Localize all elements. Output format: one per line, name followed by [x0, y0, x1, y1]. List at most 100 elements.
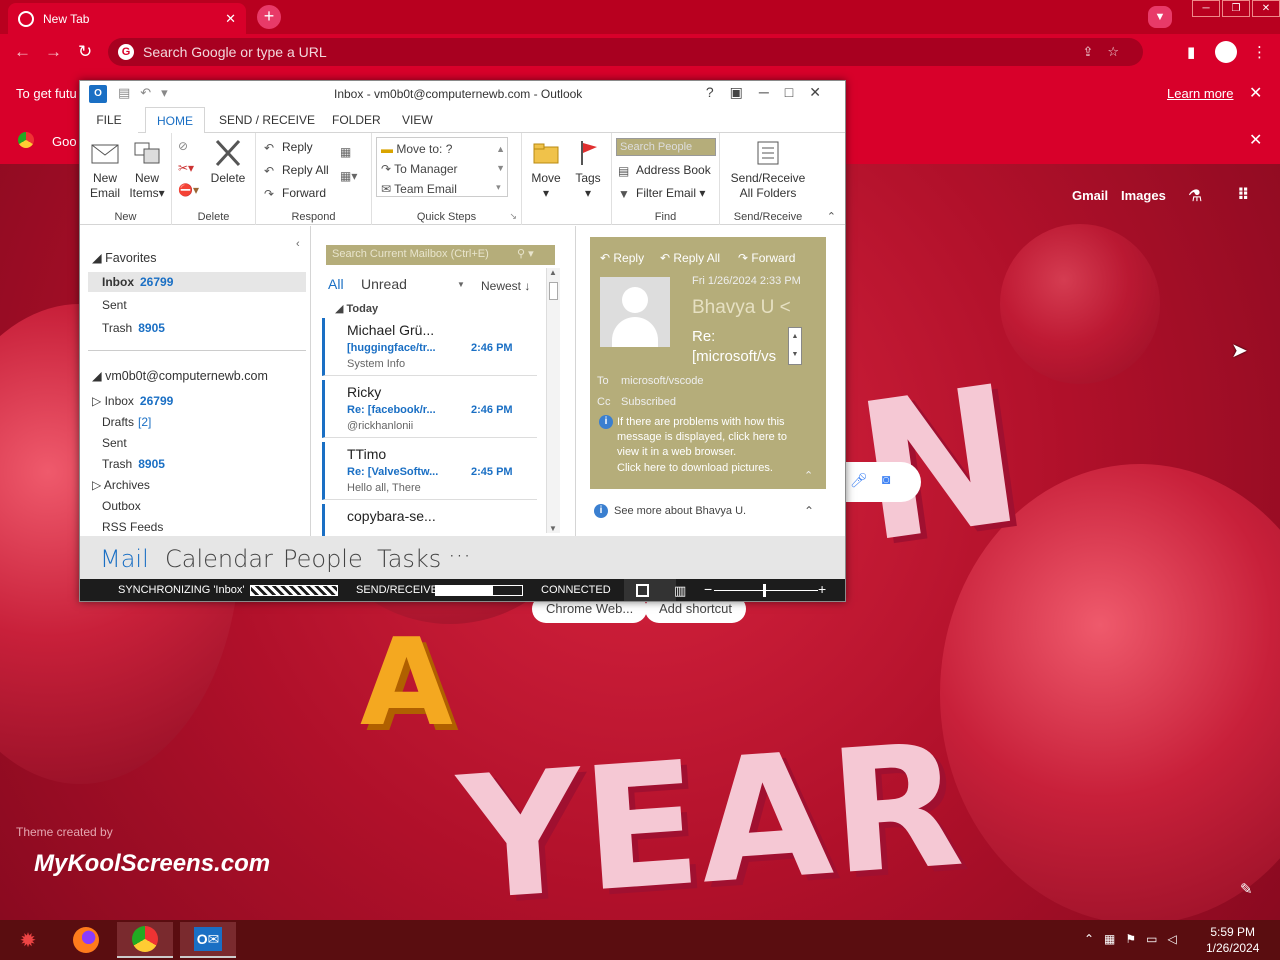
sort-newest[interactable]: Newest ↓	[481, 279, 530, 293]
dialog-launcher-icon[interactable]: ↘	[509, 211, 517, 222]
infobar-close-icon[interactable]: ✕	[1249, 83, 1262, 103]
new-tab-button[interactable]: +	[257, 5, 281, 29]
images-link[interactable]: Images	[1121, 188, 1166, 203]
subject-scroll[interactable]: ▲ ▼	[788, 327, 802, 365]
tab-close-icon[interactable]: ✕	[225, 11, 236, 27]
new-items-button[interactable]: New Items▾	[128, 139, 166, 201]
account-header[interactable]: ◢ vm0b0t@computernewb.com	[92, 368, 268, 383]
scroll-thumb[interactable]	[549, 282, 558, 300]
account-inbox[interactable]: ▷ Inbox 26799	[92, 394, 173, 408]
chrome-menu-icon[interactable]: ⋮	[1252, 43, 1267, 61]
search-magnifier-icon[interactable]: ⚲ ▾	[517, 247, 534, 260]
meeting-icon[interactable]: ▦	[340, 145, 351, 159]
account-drafts[interactable]: Drafts [2]	[102, 415, 151, 429]
account-trash[interactable]: Trash 8905	[102, 457, 165, 471]
nav-calendar[interactable]: Calendar	[165, 545, 273, 573]
tab-file[interactable]: FILE	[80, 107, 138, 133]
nav-tasks[interactable]: Tasks	[377, 545, 441, 573]
junk-icon[interactable]: ⛔▾	[178, 183, 199, 197]
quick-step-team-email[interactable]: ✉ Team Email	[381, 182, 457, 196]
tab-view[interactable]: VIEW	[402, 113, 433, 127]
cc-value[interactable]: Subscribed	[621, 396, 676, 408]
view-normal-button[interactable]	[624, 579, 676, 601]
tab-home[interactable]: HOME	[145, 107, 205, 134]
zoom-slider-thumb[interactable]	[763, 584, 766, 597]
tags-button[interactable]: Tags ▾	[570, 139, 606, 201]
side-panel-icon[interactable]: ▮	[1187, 43, 1195, 61]
search-people-input[interactable]: Search People	[616, 138, 716, 156]
reading-reply-all-button[interactable]: ↶ Reply All	[660, 251, 720, 265]
reply-button[interactable]: ↶ Reply	[264, 140, 313, 155]
camera-icon[interactable]: ◙	[882, 471, 890, 487]
new-email-button[interactable]: New Email	[88, 139, 122, 201]
expand-people-icon[interactable]: ⌃	[804, 504, 814, 518]
favorites-header[interactable]: ◢ Favorites	[92, 250, 157, 265]
ntp-search-box-tail[interactable]: 🎤︎ ◙	[846, 462, 921, 502]
quick-steps-scroll-icons[interactable]: ▲ ▼ ▾	[496, 140, 505, 197]
sender-name[interactable]: Bhavya U <	[692, 297, 791, 319]
reply-all-button[interactable]: ↶ Reply All	[264, 163, 329, 178]
scroll-up-icon[interactable]: ▲	[549, 268, 557, 277]
mic-icon[interactable]: 🎤︎	[850, 472, 868, 489]
filter-dropdown-icon[interactable]: ▼	[457, 280, 465, 289]
filter-email-button[interactable]: ▼ Filter Email ▾	[618, 186, 705, 201]
zoom-slider-track[interactable]	[714, 590, 818, 591]
more-respond-icon[interactable]: ▦▾	[340, 169, 357, 183]
favorite-inbox[interactable]: Inbox 26799	[102, 275, 173, 289]
profile-avatar[interactable]	[1215, 41, 1237, 63]
address-book-button[interactable]: ▤ Address Book	[618, 163, 711, 178]
start-button[interactable]: ✹	[0, 922, 56, 958]
apps-grid-icon[interactable]: ⠿	[1237, 185, 1250, 205]
collapse-header-icon[interactable]: ⌃	[804, 469, 813, 482]
account-outbox[interactable]: Outbox	[102, 499, 141, 513]
group-header-today[interactable]: ◢ Today	[335, 302, 378, 315]
nav-people[interactable]: People	[283, 545, 363, 573]
favorite-sent[interactable]: Sent	[102, 298, 127, 312]
nav-mail[interactable]: Mail	[100, 545, 149, 573]
reading-reply-button[interactable]: ↶ Reply	[600, 251, 644, 265]
omnibox[interactable]: G Search Google or type a URL ⇪☆	[108, 38, 1143, 66]
display-problem-notice[interactable]: If there are problems with how this mess…	[617, 415, 807, 460]
account-archives[interactable]: ▷ Archives	[92, 478, 150, 492]
move-button[interactable]: Move ▾	[528, 139, 564, 201]
quick-access-icons[interactable]: ▤↶▾	[118, 85, 178, 101]
message-list-scrollbar[interactable]: ▲ ▼	[546, 268, 560, 533]
zoom-out-icon[interactable]: −	[704, 581, 712, 597]
system-tray-icons[interactable]: ⌃▦⚑▭◁	[1084, 932, 1187, 946]
scroll-down-icon[interactable]: ▼	[549, 524, 557, 533]
reading-view-icon[interactable]: ▥	[674, 583, 686, 599]
share-and-bookmark-icons[interactable]: ⇪☆	[1082, 44, 1133, 60]
account-sent[interactable]: Sent	[102, 436, 127, 450]
list-item[interactable]: Michael Grü... [huggingface/tr... 2:46 P…	[322, 318, 537, 376]
theme-brand[interactable]: MyKoolScreens.com	[34, 850, 270, 878]
customize-pen-icon[interactable]: ✎	[1240, 880, 1253, 898]
forward-arrow-icon[interactable]: →	[45, 42, 62, 62]
tab-new-tab[interactable]: New Tab ✕	[8, 3, 246, 34]
send-receive-all-button[interactable]: Send/Receive All Folders	[724, 139, 812, 201]
see-more-people[interactable]: See more about Bhavya U.	[614, 505, 746, 517]
collapse-folder-pane-icon[interactable]: ‹	[296, 238, 300, 250]
cleanup-icon[interactable]: ✂▾	[178, 161, 194, 175]
restore-icon[interactable]: ❐	[1222, 0, 1250, 17]
download-pictures-notice[interactable]: Click here to download pictures.	[617, 462, 773, 474]
reload-icon[interactable]: ↻	[78, 42, 92, 62]
collapse-ribbon-icon[interactable]: ⌃	[827, 210, 836, 223]
close-window-icon[interactable]: ✕	[1252, 0, 1280, 17]
zoom-in-icon[interactable]: +	[818, 581, 826, 597]
list-item[interactable]: copybara-se...	[322, 504, 537, 536]
labs-flask-icon[interactable]: ⚗	[1188, 186, 1202, 206]
filter-all[interactable]: All	[328, 276, 344, 292]
list-item[interactable]: TTimo Re: [ValveSoftw... 2:45 PM Hello a…	[322, 442, 537, 500]
taskbar-outlook[interactable]: O✉	[180, 922, 236, 958]
infobar-secondary-close-icon[interactable]: ✕	[1249, 130, 1262, 150]
quick-step-move-to[interactable]: ▬ Move to: ?	[381, 142, 452, 156]
theme-credit[interactable]: Theme created by	[16, 825, 113, 839]
delete-button[interactable]: Delete	[206, 139, 250, 186]
taskbar-clock[interactable]: 5:59 PM 1/26/2024	[1206, 924, 1259, 956]
gmail-link[interactable]: Gmail	[1072, 188, 1108, 203]
outlook-window-controls[interactable]: ?▣─□✕	[706, 84, 837, 101]
account-rss-feeds[interactable]: RSS Feeds	[102, 520, 163, 534]
forward-button[interactable]: ↷ Forward	[264, 186, 326, 201]
to-value[interactable]: microsoft/vscode	[621, 375, 704, 387]
quick-step-to-manager[interactable]: ↷ To Manager	[381, 162, 458, 176]
